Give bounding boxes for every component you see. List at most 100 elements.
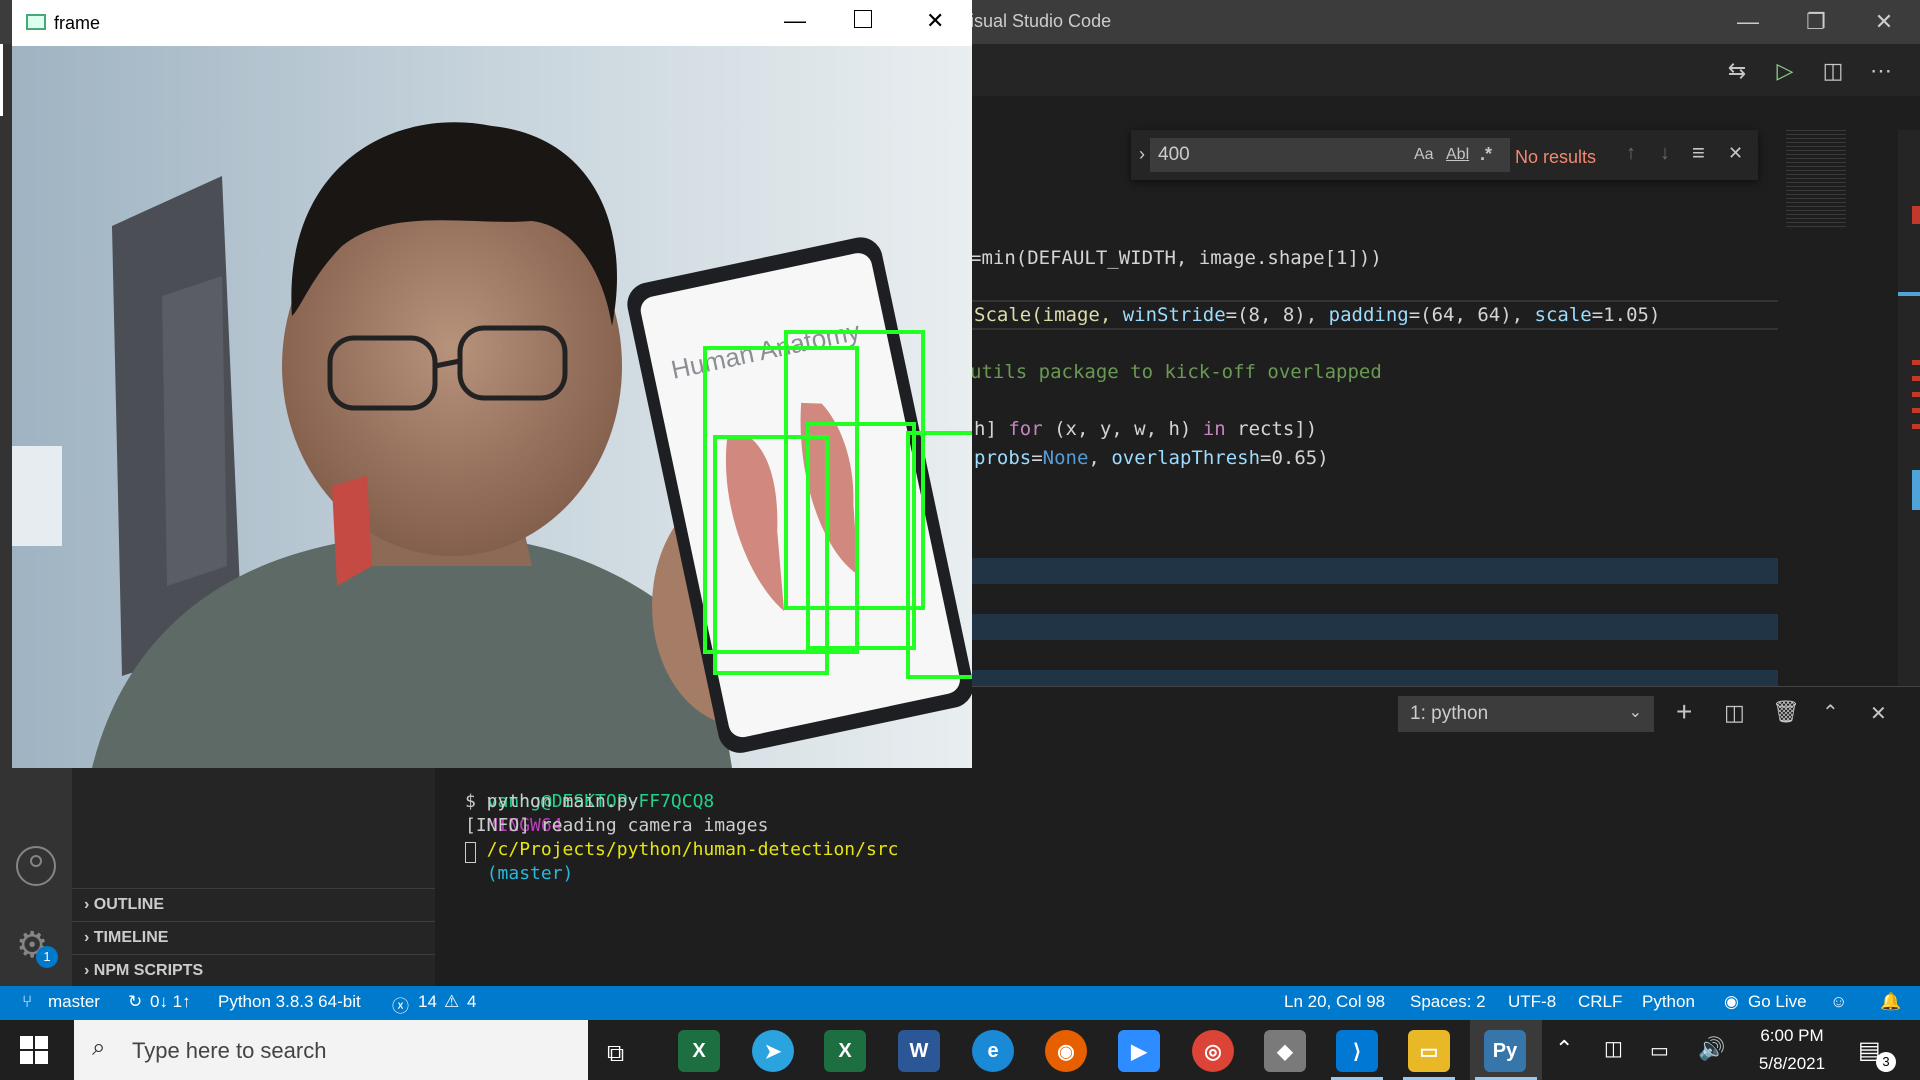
- excel-icon[interactable]: X: [678, 1030, 720, 1072]
- frame-title: frame: [54, 13, 101, 33]
- chrome-icon[interactable]: ◎: [1192, 1030, 1234, 1072]
- volume-icon[interactable]: 🔊: [1698, 1036, 1725, 1062]
- prompt-path: /c/Projects/python/human-detection/src: [486, 839, 899, 860]
- run-icon[interactable]: ▷: [1770, 56, 1800, 86]
- door-vent: [162, 276, 227, 586]
- edge-icon[interactable]: e: [972, 1030, 1014, 1072]
- file-explorer-icon[interactable]: ▭: [1408, 1030, 1450, 1072]
- sidebar-section-outline[interactable]: › OUTLINE: [72, 888, 435, 921]
- telegram-icon[interactable]: ➤: [752, 1030, 794, 1072]
- find-highlight-row: [968, 670, 1778, 686]
- error-icon: ⓧ: [392, 997, 409, 1016]
- code-line: =min(DEFAULT_WIDTH, image.shape[1])): [970, 245, 1382, 271]
- warning-count[interactable]: 4: [467, 992, 476, 1012]
- camera-tray-icon[interactable]: ◫: [1604, 1036, 1623, 1061]
- find-result-text: No results: [1515, 147, 1597, 167]
- taskbar-time[interactable]: 6:00 PM: [1752, 1026, 1832, 1046]
- accounts-icon[interactable]: [16, 846, 56, 886]
- sidebar-section-label: OUTLINE: [93, 896, 164, 913]
- minimize-button[interactable]: —: [1714, 0, 1782, 44]
- encoding[interactable]: UTF-8: [1508, 992, 1556, 1012]
- close-find-icon[interactable]: ✕: [1728, 143, 1743, 164]
- code-token: ,: [1088, 447, 1112, 469]
- code-token: rects]): [1225, 418, 1318, 440]
- battery-icon[interactable]: ▭: [1650, 1038, 1669, 1063]
- chevron-down-icon: ⌄: [1628, 704, 1642, 721]
- close-panel-icon[interactable]: ✕: [1870, 701, 1887, 726]
- next-match-icon[interactable]: ↓: [1660, 142, 1670, 165]
- go-live-button[interactable]: Go Live: [1748, 992, 1807, 1012]
- code-token: =min(DEFAULT_WIDTH, image.shape[1])): [970, 247, 1382, 269]
- regex-icon[interactable]: .*: [1480, 144, 1492, 165]
- sync-icon: ↻: [128, 992, 143, 1011]
- code-token: =(64, 64),: [1408, 304, 1535, 326]
- whole-word-icon[interactable]: Abl: [1446, 146, 1469, 164]
- word-icon[interactable]: W: [898, 1030, 940, 1072]
- maximize-panel-icon[interactable]: ⌃: [1822, 700, 1839, 725]
- terminal-cursor: [465, 842, 476, 863]
- frame-title-bar[interactable]: frame — ✕: [12, 0, 972, 46]
- taskbar-date[interactable]: 5/8/2021: [1752, 1054, 1832, 1074]
- cursor-position[interactable]: Ln 20, Col 98: [1284, 992, 1385, 1012]
- show-hidden-icons-icon[interactable]: ⌃: [1555, 1036, 1573, 1062]
- code-token: overlapThresh: [1111, 447, 1261, 469]
- close-button[interactable]: ✕: [1850, 0, 1918, 44]
- current-line-border: [968, 328, 1778, 330]
- code-line: Scale(image, winStride=(8, 8), padding=(…: [974, 302, 1660, 328]
- code-line: probs=None, overlapThresh=0.65): [974, 445, 1329, 471]
- match-case-icon[interactable]: Aa: [1414, 146, 1434, 164]
- more-actions-icon[interactable]: ⋯: [1866, 56, 1896, 86]
- editor-breadcrumb-strip: [968, 96, 1920, 130]
- restore-button[interactable]: ❐: [1782, 0, 1850, 44]
- close-button[interactable]: ✕: [926, 8, 944, 34]
- code-token: scale: [1534, 304, 1592, 326]
- line-ending[interactable]: CRLF: [1578, 992, 1622, 1012]
- feedback-icon[interactable]: ☺: [1830, 992, 1847, 1012]
- minimize-button[interactable]: —: [784, 8, 806, 34]
- git-gui-icon[interactable]: ◆: [1264, 1030, 1306, 1072]
- minimap[interactable]: [1778, 130, 1898, 686]
- find-in-selection-icon[interactable]: ≡: [1692, 140, 1705, 166]
- sidebar-section-npm-scripts[interactable]: › NPM SCRIPTS: [72, 954, 435, 987]
- zoom-icon[interactable]: ▶: [1118, 1030, 1160, 1072]
- code-token: probs: [974, 447, 1032, 469]
- new-terminal-icon[interactable]: +: [1676, 696, 1692, 728]
- language-mode[interactable]: Python: [1642, 992, 1695, 1012]
- scrollbar-track[interactable]: [1898, 130, 1920, 686]
- taskbar-search[interactable]: ⌕ Type here to search: [74, 1020, 588, 1080]
- app-icon: [26, 14, 46, 30]
- sync-status[interactable]: 0↓ 1↑: [150, 992, 191, 1012]
- settings-badge: 1: [36, 946, 58, 968]
- excel-icon[interactable]: X: [824, 1030, 866, 1072]
- code-token: winStride: [1122, 304, 1226, 326]
- status-bar: ⑂ master ↻ 0↓ 1↑ Python 3.8.3 64-bit ⓧ 1…: [0, 986, 1920, 1020]
- indentation[interactable]: Spaces: 2: [1410, 992, 1486, 1012]
- code-token: in: [1202, 418, 1226, 440]
- notifications-bell-icon[interactable]: 🔔: [1880, 992, 1901, 1012]
- code-token: padding: [1328, 304, 1409, 326]
- sidebar-section-label: NPM SCRIPTS: [93, 962, 204, 979]
- previous-match-icon[interactable]: ↑: [1626, 142, 1636, 165]
- code-token: =1.05): [1591, 304, 1661, 326]
- windows-start-icon[interactable]: [20, 1036, 48, 1064]
- terminal-prompt-line: vanng@DESKTOP-FF7QCQ8 MINGW64 /c/Project…: [465, 766, 899, 884]
- chevron-right-icon: ›: [84, 962, 94, 979]
- kill-terminal-icon[interactable]: 🗑: [1772, 699, 1800, 725]
- vscode-icon[interactable]: ⟩: [1336, 1030, 1378, 1072]
- compare-changes-icon[interactable]: ⇆: [1722, 56, 1752, 86]
- split-terminal-icon[interactable]: ◫: [1724, 700, 1745, 726]
- chevron-right-icon[interactable]: ›: [1139, 144, 1145, 165]
- prompt-branch: (master): [486, 863, 574, 884]
- maximize-button[interactable]: [854, 10, 872, 28]
- task-view-icon[interactable]: ⧉: [607, 1040, 624, 1068]
- split-editor-icon[interactable]: ◫: [1818, 56, 1848, 86]
- code-token: h]: [974, 418, 1009, 440]
- branch-status[interactable]: master: [48, 992, 100, 1012]
- error-count[interactable]: 14: [418, 992, 437, 1012]
- chevron-right-icon: ›: [84, 929, 94, 946]
- python-interpreter[interactable]: Python 3.8.3 64-bit: [218, 992, 361, 1012]
- python-icon[interactable]: Py: [1484, 1030, 1526, 1072]
- sidebar-section-timeline[interactable]: › TIMELINE: [72, 921, 435, 954]
- terminal-selector[interactable]: 1: python ⌄: [1398, 696, 1654, 732]
- firefox-icon[interactable]: ◉: [1045, 1030, 1087, 1072]
